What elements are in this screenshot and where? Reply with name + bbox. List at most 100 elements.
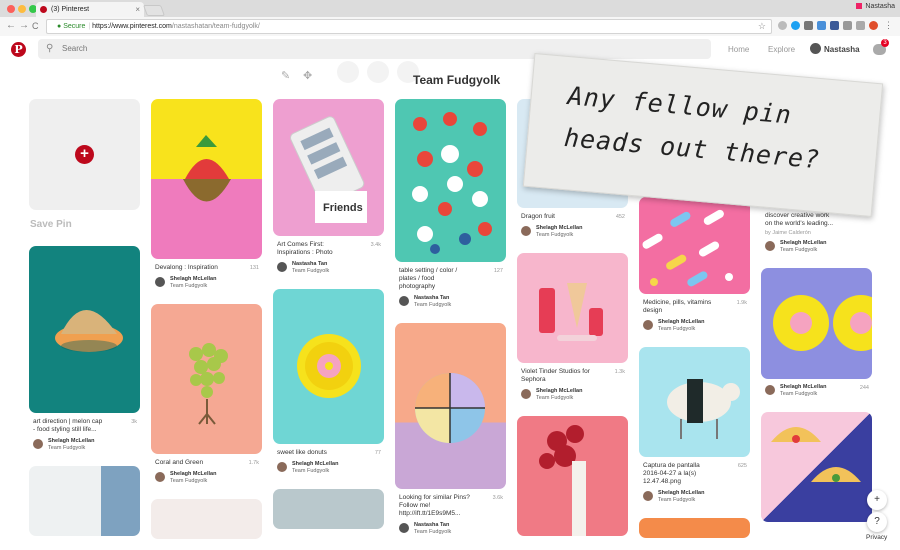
pin-image[interactable] (639, 197, 750, 294)
pin-image[interactable] (761, 412, 872, 522)
pin-card[interactable] (151, 499, 262, 539)
close-window-icon[interactable] (7, 5, 15, 13)
pin-card[interactable]: table setting / color / plates / food ph… (395, 99, 506, 313)
board-name[interactable]: Team Fudgyolk (292, 468, 329, 474)
extension-icon[interactable] (856, 21, 865, 30)
board-name[interactable]: Team Fudgyolk (780, 391, 817, 397)
pin-image[interactable] (761, 268, 872, 379)
privacy-link[interactable]: Privacy (866, 534, 887, 541)
add-pin-button[interactable]: + (867, 490, 887, 510)
home-link[interactable]: Home (728, 45, 749, 54)
pinner-name[interactable]: Nastasha Tan (292, 261, 327, 267)
pin-image[interactable] (151, 499, 262, 539)
board-name[interactable]: Team Fudgyolk (536, 395, 573, 401)
save-pin-button[interactable]: + (29, 99, 140, 210)
avatar (810, 43, 821, 54)
pin-image[interactable] (395, 99, 506, 262)
help-button[interactable]: ? (867, 512, 887, 532)
board-name[interactable]: Team Fudgyolk (536, 232, 573, 238)
site-header: P ⚲ Search Home Explore Nastasha 3 (0, 36, 900, 64)
pin-card[interactable]: Medicine, pills, vitamins design 1.9k She… (639, 197, 750, 337)
pin-image[interactable]: Friends (273, 99, 384, 236)
back-icon[interactable]: ← (6, 20, 16, 32)
pinner-name[interactable]: Shelagh McLellan (658, 319, 704, 325)
pin-image[interactable] (639, 347, 750, 457)
board-name[interactable]: Team Fudgyolk (780, 247, 817, 253)
pinner-name[interactable]: Shelagh McLellan (780, 240, 826, 246)
board-name[interactable]: Team Fudgyolk (170, 283, 207, 289)
save-pin-label: Save Pin (30, 219, 72, 230)
menu-icon[interactable]: ⋮ (884, 19, 893, 31)
address-bar[interactable]: ● Secure | https://www.pinterest.com/nast… (46, 19, 772, 34)
browser-tab[interactable]: (3) Pinterest × (36, 2, 144, 17)
profile-link[interactable]: Nastasha (810, 43, 860, 56)
pin-card[interactable]: art direction | melon cap - food styling… (29, 246, 140, 456)
pin-image[interactable] (273, 489, 384, 529)
bookmark-star-icon[interactable]: ☆ (758, 20, 766, 33)
collaborator-avatar[interactable] (367, 61, 389, 83)
pinner-name[interactable]: Shelagh McLellan (536, 388, 582, 394)
pin-card[interactable] (517, 416, 628, 536)
pin-image[interactable] (151, 304, 262, 454)
edit-pencil-icon[interactable]: ✎ (281, 69, 290, 82)
pinner-name[interactable]: Shelagh McLellan (48, 438, 94, 444)
pin-image[interactable] (517, 253, 628, 363)
board-name[interactable]: Team Fudgyolk (48, 445, 85, 451)
search-input[interactable]: ⚲ Search (38, 39, 711, 59)
board-name[interactable]: Team Fudgyolk (170, 478, 207, 484)
pin-card[interactable] (639, 518, 750, 538)
pin-image[interactable] (517, 416, 628, 536)
explore-link[interactable]: Explore (768, 45, 795, 54)
pin-card[interactable]: Devalong : Inspiration 131 Shelagh McLell… (151, 99, 262, 294)
board-name[interactable]: Team Fudgyolk (292, 268, 329, 274)
pin-card[interactable] (761, 412, 872, 522)
pinner-name[interactable]: Nastasha Tan (414, 522, 449, 528)
extension-icon[interactable] (804, 21, 813, 30)
pinner-name[interactable]: Shelagh McLellan (658, 490, 704, 496)
pinner-name[interactable]: Shelagh McLellan (170, 471, 216, 477)
pinner-name[interactable]: Nastasha Tan (414, 295, 449, 301)
board-name[interactable]: Team Fudgyolk (414, 302, 451, 308)
repin-count: 1.7k (248, 460, 259, 466)
pin-card[interactable]: Violet Tinder Studios for Sephora 1.3k Sh… (517, 253, 628, 406)
pin-card[interactable]: 244 Shelagh McLellan Team Fudgyolk (761, 268, 872, 402)
move-icon[interactable]: ✥ (303, 69, 312, 82)
tab-close-icon[interactable]: × (135, 2, 140, 17)
extension-icon[interactable] (830, 21, 839, 30)
pin-image[interactable] (273, 289, 384, 444)
pinner-name[interactable]: Shelagh McLellan (292, 461, 338, 467)
pin-image[interactable] (151, 99, 262, 259)
new-tab-button[interactable] (142, 5, 166, 16)
extension-icon[interactable] (817, 21, 826, 30)
board-name[interactable]: Team Fudgyolk (658, 497, 695, 503)
board-name[interactable]: Team Fudgyolk (414, 529, 451, 535)
reload-icon[interactable]: C (32, 20, 39, 32)
pin-image[interactable] (395, 323, 506, 489)
collaborator-avatar[interactable] (337, 61, 359, 83)
pinterest-logo-icon[interactable]: P (11, 42, 26, 57)
pin-card[interactable]: discover creative work on the world's le… (761, 212, 872, 258)
pinterest-extension-icon[interactable] (869, 21, 878, 30)
pinner-name[interactable]: Shelagh McLellan (536, 225, 582, 231)
minimize-window-icon[interactable] (18, 5, 26, 13)
pin-card[interactable] (29, 466, 140, 536)
pin-image[interactable] (29, 246, 140, 413)
pinner-name[interactable]: Shelagh McLellan (780, 384, 826, 390)
pin-description: Art Comes First: Inspirations : Photo (277, 241, 333, 256)
pin-card[interactable]: Captura de pantalla 2016-04-27 a la(s) 1… (639, 347, 750, 508)
board-name[interactable]: Team Fudgyolk (658, 326, 695, 332)
pin-image[interactable] (29, 466, 140, 536)
pinner-name[interactable]: Shelagh McLellan (170, 276, 216, 282)
pin-card[interactable]: Friends Art Comes First: Inspirations : … (273, 99, 384, 279)
pin-image[interactable] (639, 518, 750, 538)
pin-card[interactable]: Coral and Green 1.7k Shelagh McLellan Team… (151, 304, 262, 489)
pin-card[interactable]: Looking for similar Pins? Follow me! htt… (395, 323, 506, 540)
browser-profile[interactable]: Nastasha (856, 3, 895, 10)
extension-icon[interactable] (778, 21, 787, 30)
extension-icon[interactable] (843, 21, 852, 30)
forward-icon[interactable]: → (19, 20, 29, 32)
pin-card[interactable]: sweet like donuts 77 Shelagh McLellan Team… (273, 289, 384, 479)
extension-icon[interactable] (791, 21, 800, 30)
pin-card[interactable] (273, 489, 384, 529)
avatar (399, 523, 409, 533)
